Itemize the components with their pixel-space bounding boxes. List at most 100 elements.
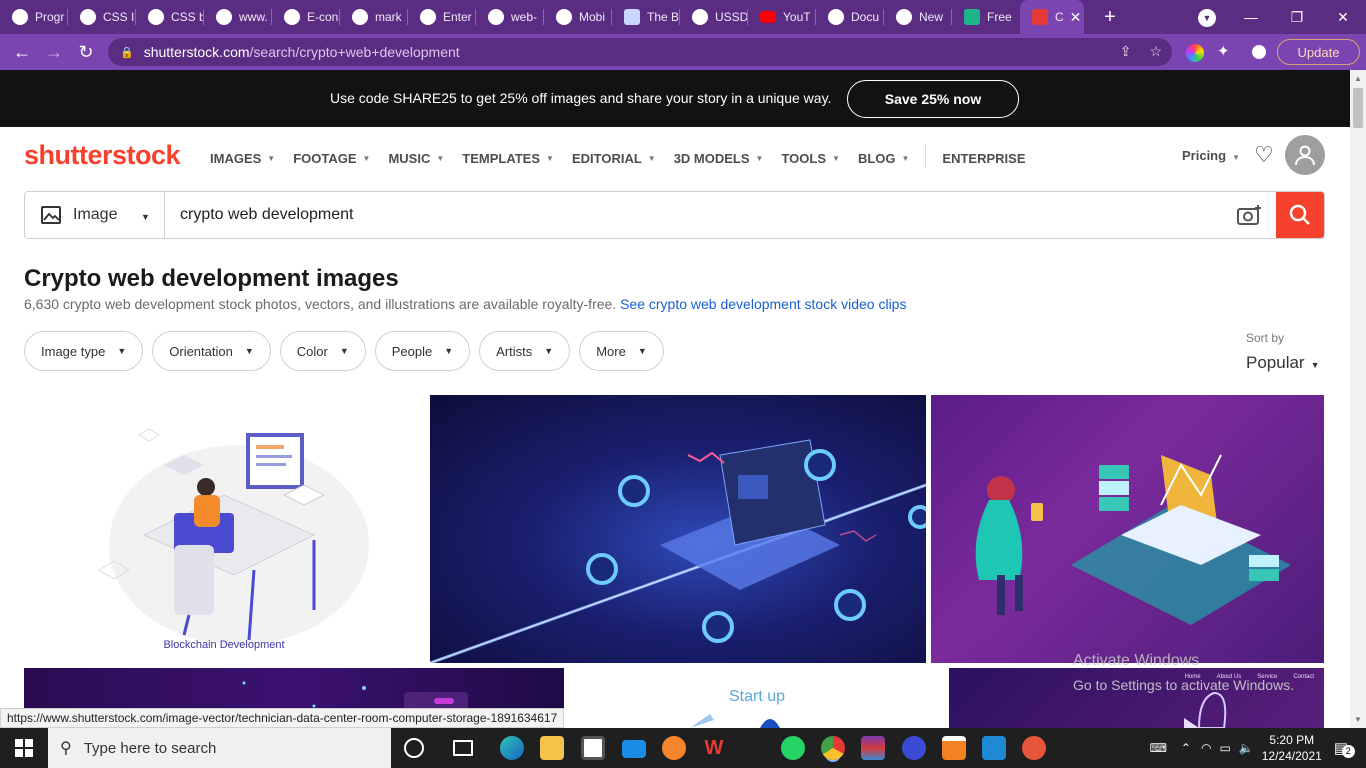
clock-time: 5:20 PM <box>1269 733 1315 747</box>
taskbar-search-box[interactable]: ⚲ Type here to search <box>48 728 391 768</box>
browser-tab-active[interactable]: C ✕ <box>1020 0 1084 34</box>
forward-arrow-icon[interactable]: → <box>38 36 70 68</box>
browser-tab[interactable]: web- <box>476 0 544 34</box>
tab-title: www. <box>239 10 268 24</box>
cortana-icon[interactable] <box>404 738 424 758</box>
extensions-puzzle-icon[interactable]: ✦ <box>1217 42 1235 60</box>
nav-images[interactable]: IMAGES ▼ <box>210 148 275 168</box>
back-arrow-icon[interactable]: ← <box>6 36 38 68</box>
chevron-up-icon[interactable]: ⌃ <box>1181 741 1191 755</box>
new-tab-button[interactable]: + <box>1098 6 1122 29</box>
video-clips-link[interactable]: See crypto web development stock video c… <box>620 296 906 312</box>
scroll-up-icon[interactable]: ▲ <box>1354 74 1362 83</box>
keyboard-icon[interactable]: ⌨ <box>1150 741 1167 755</box>
browser-tab[interactable]: USSD <box>680 0 748 34</box>
nav-music[interactable]: MUSIC ▼ <box>388 148 444 168</box>
file-explorer-icon[interactable] <box>540 736 564 760</box>
browser-tab[interactable]: CSS b <box>136 0 204 34</box>
browser-tab[interactable]: Free <box>952 0 1020 34</box>
chevron-down-icon: ▼ <box>1232 153 1240 162</box>
reload-icon[interactable]: ↻ <box>70 36 102 68</box>
search-bar: Image ▼ <box>24 191 1325 239</box>
save-25-button[interactable]: Save 25% now <box>847 80 1019 118</box>
sort-select[interactable]: Popular ▼ <box>1246 353 1320 373</box>
favorites-heart-icon[interactable]: ♡ <box>1254 144 1274 166</box>
result-image[interactable]: Start up <box>570 668 944 728</box>
nav-blog[interactable]: BLOG ▼ <box>858 148 909 168</box>
filter-more[interactable]: More ▼ <box>579 331 664 371</box>
winrar-icon[interactable] <box>861 736 885 760</box>
volume-icon[interactable]: 🔈 <box>1239 741 1254 755</box>
windows-start-icon[interactable] <box>0 728 48 768</box>
tab-title: Enter <box>443 10 472 24</box>
filter-orientation[interactable]: Orientation ▼ <box>152 331 271 371</box>
scroll-down-icon[interactable]: ▼ <box>1354 715 1362 724</box>
result-image[interactable]: Blockchain Development <box>24 395 424 663</box>
whatsapp-icon[interactable] <box>781 736 805 760</box>
browser-tab[interactable]: The B <box>612 0 680 34</box>
browser-tab[interactable]: Enter <box>408 0 476 34</box>
search-button[interactable] <box>1276 192 1324 238</box>
tab-title: The B <box>647 10 680 24</box>
tab-search-icon[interactable]: ▼ <box>1198 9 1216 27</box>
task-view-icon[interactable] <box>453 740 473 756</box>
filter-people[interactable]: People ▼ <box>374 331 471 371</box>
browser-tab[interactable]: Progr <box>0 0 68 34</box>
browser-tab[interactable]: www. <box>204 0 272 34</box>
browser-tab[interactable]: CSS I <box>68 0 136 34</box>
user-avatar-icon[interactable] <box>1285 135 1325 175</box>
close-tab-icon[interactable]: ✕ <box>1070 9 1082 26</box>
mail-icon[interactable] <box>622 740 646 758</box>
nav-enterprise[interactable]: ENTERPRISE <box>942 148 1025 168</box>
git-icon[interactable] <box>1022 736 1046 760</box>
browser-tab[interactable]: Mobi <box>544 0 612 34</box>
chevron-down-icon: ▼ <box>901 153 910 163</box>
share-icon[interactable]: ⇪ <box>1120 43 1132 60</box>
wps-icon[interactable]: W <box>702 736 726 760</box>
brave-icon[interactable] <box>662 736 686 760</box>
browser-tab[interactable]: Docu <box>816 0 884 34</box>
notification-count-badge: 2 <box>1341 745 1355 758</box>
filter-color[interactable]: Color ▼ <box>279 331 366 371</box>
profile-avatar-icon[interactable] <box>1249 42 1269 62</box>
address-bar[interactable]: 🔒 shutterstock.com/search/crypto+web+dev… <box>108 38 1172 66</box>
chevron-down-icon: ▼ <box>362 153 371 163</box>
battery-icon[interactable]: ▭ <box>1219 741 1230 755</box>
restore-icon[interactable]: ❐ <box>1274 0 1320 34</box>
store-icon[interactable] <box>581 736 605 760</box>
filter-image-type[interactable]: Image type ▼ <box>24 331 144 371</box>
ccleaner-icon[interactable] <box>902 736 926 760</box>
scrollbar-thumb[interactable] <box>1353 88 1363 128</box>
result-image[interactable] <box>430 395 926 663</box>
vlc-icon[interactable] <box>942 736 966 760</box>
close-window-icon[interactable]: ✕ <box>1320 0 1366 34</box>
shutterstock-logo[interactable]: shutterstock <box>24 140 181 171</box>
notifications-icon[interactable]: ▤ 2 <box>1334 739 1355 758</box>
nav-templates[interactable]: TEMPLATES ▼ <box>462 148 554 168</box>
wifi-icon[interactable]: ◠ <box>1201 741 1211 755</box>
color-extension-icon[interactable] <box>1186 44 1204 62</box>
edge-icon[interactable] <box>500 736 524 760</box>
page-scrollbar[interactable]: ▲ ▼ <box>1350 70 1366 728</box>
bookmark-star-icon[interactable]: ☆ <box>1149 43 1162 60</box>
nav-editorial[interactable]: EDITORIAL ▼ <box>572 148 656 168</box>
chrome-icon[interactable] <box>821 736 845 760</box>
browser-tab[interactable]: E-con <box>272 0 340 34</box>
filter-artists[interactable]: Artists ▼ <box>479 331 571 371</box>
browser-tab[interactable]: New <box>884 0 952 34</box>
browser-tab[interactable]: mark <box>340 0 408 34</box>
media-type-select[interactable]: Image ▼ <box>25 192 165 238</box>
nav-footage[interactable]: FOOTAGE ▼ <box>293 148 370 168</box>
update-button[interactable]: Update <box>1277 39 1360 65</box>
nav-tools[interactable]: TOOLS ▼ <box>781 148 839 168</box>
minimize-icon[interactable]: — <box>1228 0 1274 34</box>
pricing-menu[interactable]: Pricing ▼ <box>1182 148 1240 163</box>
search-input[interactable] <box>180 192 1230 238</box>
vscode-icon[interactable] <box>982 736 1006 760</box>
clock[interactable]: 5:20 PM 12/24/2021 <box>1262 732 1322 764</box>
result-image[interactable] <box>931 395 1324 663</box>
browser-tab[interactable]: YouT <box>748 0 816 34</box>
link-status-bubble: https://www.shutterstock.com/image-vecto… <box>0 708 565 728</box>
nav-3d-models[interactable]: 3D MODELS ▼ <box>674 148 764 168</box>
image-search-camera-icon[interactable] <box>1237 204 1263 226</box>
